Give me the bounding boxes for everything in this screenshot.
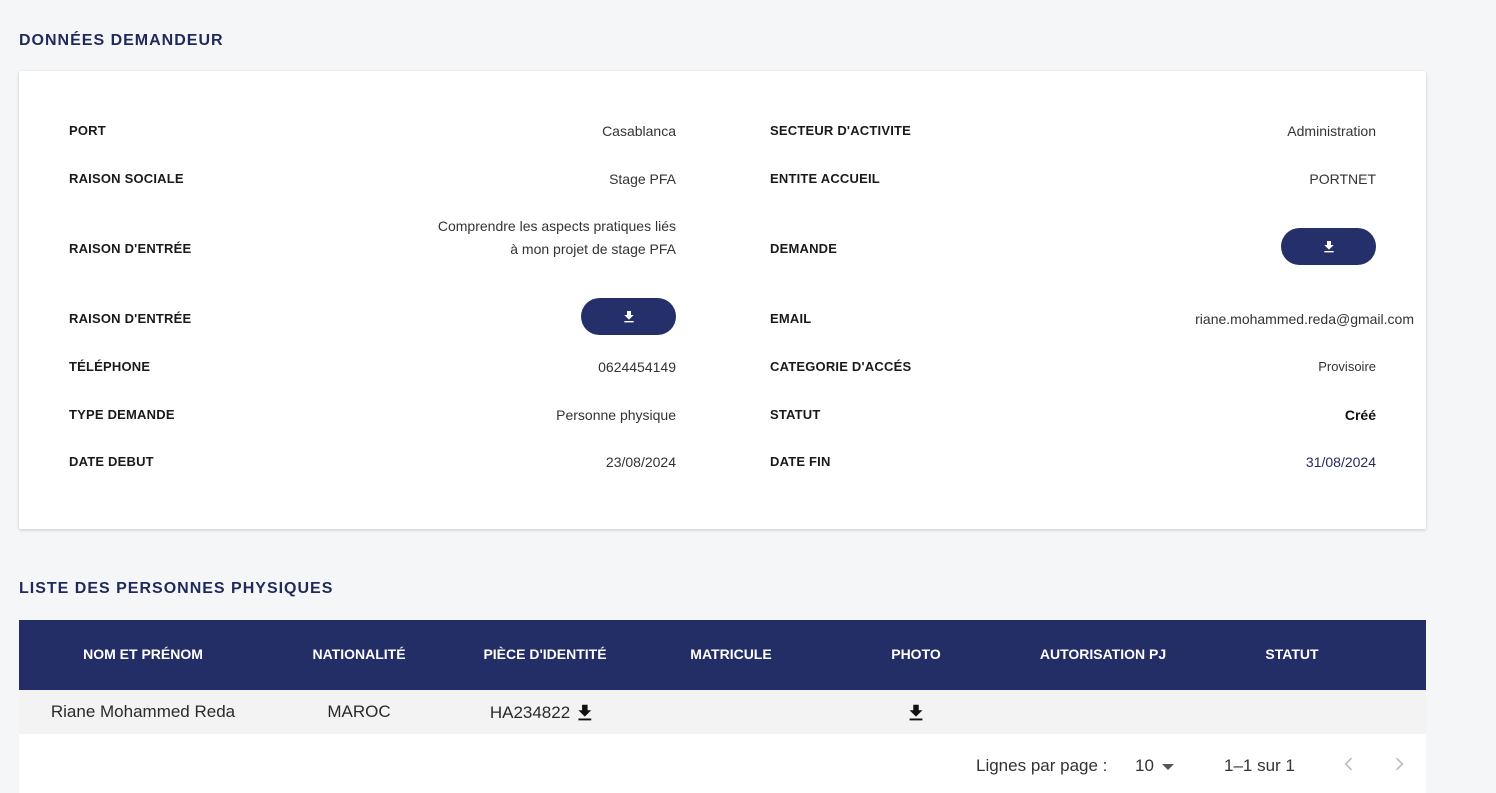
pagination-range: 1–1 sur 1: [1224, 756, 1295, 775]
categorie-value: Provisoire: [1318, 359, 1376, 374]
raison-entree-value: Comprendre les aspects pratiques liés à …: [437, 218, 676, 257]
rows-per-page-label: Lignes par page :: [976, 756, 1108, 775]
raison-sociale-label: RAISON SOCIALE: [69, 171, 184, 186]
download-icon: [1323, 240, 1334, 252]
raison-entree-label: RAISON D'ENTRÉE: [69, 241, 192, 256]
table-header: NOM ET PRÉNOM NATIONALITÉ PIÈCE D'IDENTI…: [19, 620, 1426, 690]
column-header-statut[interactable]: STATUT: [1265, 646, 1318, 662]
column-header-nationalite[interactable]: NATIONALITÉ: [312, 646, 405, 662]
email-value: riane.mohammed.reda@gmail.com: [1195, 311, 1414, 327]
rows-per-page-select[interactable]: 10: [1135, 756, 1174, 776]
demandeur-details-card: PORT Casablanca SECTEUR D'ACTIVITE Admin…: [19, 71, 1426, 529]
email-label: EMAIL: [770, 311, 812, 326]
column-header-matricule[interactable]: MATRICULE: [690, 646, 771, 662]
caret-down-icon: [1161, 763, 1174, 770]
photo-download-icon[interactable]: [905, 702, 927, 724]
entite-label: ENTITE ACCUEIL: [770, 171, 880, 186]
cell-piece-text: HA234822: [489, 703, 571, 722]
column-header-piece[interactable]: PIÈCE D'IDENTITÉ: [483, 646, 606, 662]
secteur-label: SECTEUR D'ACTIVITE: [770, 123, 912, 138]
date-fin-label: DATE FIN: [770, 454, 831, 469]
telephone-value: 0624454149: [598, 359, 676, 375]
raison-sociale-value: Stage PFA: [609, 171, 676, 187]
demande-download-button[interactable]: [1281, 228, 1376, 265]
statut-label: STATUT: [770, 407, 821, 422]
cell-piece: HA234822: [490, 702, 596, 724]
section-title-donnees-demandeur: DONNÉES DEMANDEUR: [19, 32, 224, 49]
demande-label: DEMANDE: [770, 241, 838, 256]
date-fin-value: 31/08/2024: [1305, 454, 1376, 470]
entite-value: PORTNET: [1309, 171, 1376, 187]
personnes-table: NOM ET PRÉNOM NATIONALITÉ PIÈCE D'IDENTI…: [19, 620, 1426, 793]
column-header-photo[interactable]: PHOTO: [891, 646, 941, 662]
secteur-value: Administration: [1287, 123, 1376, 139]
chevron-left-icon[interactable]: [1339, 754, 1359, 778]
telephone-label: TÉLÉPHONE: [69, 359, 151, 374]
raison-entree-download-button[interactable]: [581, 298, 676, 335]
date-debut-value: 23/08/2024: [605, 454, 676, 470]
type-demande-value: Personne physique: [556, 407, 676, 423]
type-demande-label: TYPE DEMANDE: [69, 407, 175, 422]
cell-nationalite: MAROC: [327, 702, 391, 721]
table-row[interactable]: Riane Mohammed Reda MAROC HA234822: [19, 690, 1426, 734]
port-value: Casablanca: [602, 123, 676, 139]
raison-entree2-label: RAISON D'ENTRÉE: [69, 311, 192, 326]
download-icon: [623, 310, 634, 322]
section-title-personnes-physiques: LISTE DES PERSONNES PHYSIQUES: [19, 580, 334, 597]
statut-value: Créé: [1344, 407, 1376, 423]
chevron-right-icon[interactable]: [1389, 754, 1409, 778]
column-header-autorisation[interactable]: AUTORISATION PJ: [1040, 646, 1166, 662]
cell-nom: Riane Mohammed Reda: [50, 702, 236, 721]
date-debut-label: DATE DEBUT: [69, 454, 154, 469]
categorie-label: CATEGORIE D'ACCÉS: [770, 359, 912, 374]
download-icon[interactable]: [574, 702, 596, 724]
column-header-nom[interactable]: NOM ET PRÉNOM: [83, 646, 203, 662]
rows-per-page-value: 10: [1135, 756, 1154, 775]
port-label: PORT: [69, 123, 106, 138]
